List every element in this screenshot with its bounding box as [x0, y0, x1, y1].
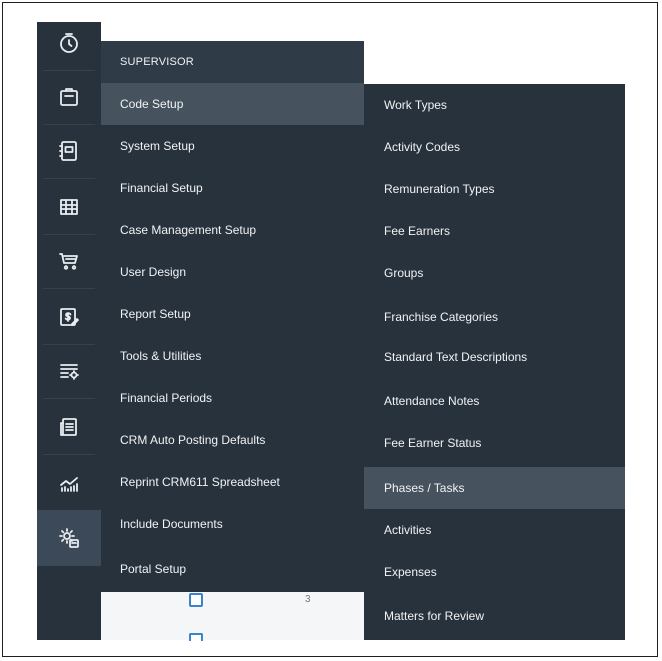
contact-card-icon[interactable] — [37, 124, 101, 178]
menu-item-report-setup[interactable]: Report Setup — [101, 293, 364, 335]
icon-sidebar — [37, 22, 101, 640]
menu-item-reprint-crm611-spreadsheet[interactable]: Reprint CRM611 Spreadsheet — [101, 461, 364, 503]
invoice-icon[interactable] — [37, 290, 101, 344]
code-setup-submenu: Work Types Activity Codes Remuneration T… — [364, 84, 625, 640]
menu-header-supervisor: SUPERVISOR — [120, 56, 194, 68]
briefcase-icon[interactable] — [37, 70, 101, 124]
menu-item-crm-auto-posting-defaults[interactable]: CRM Auto Posting Defaults — [101, 419, 364, 461]
submenu-item-matters-for-review[interactable]: Matters for Review — [364, 595, 625, 637]
submenu-item-activity-codes[interactable]: Activity Codes — [364, 126, 625, 168]
menu-item-tools-utilities[interactable]: Tools & Utilities — [101, 335, 364, 377]
submenu-item-franchise-categories[interactable]: Franchise Categories — [364, 296, 625, 338]
submenu-item-activities[interactable]: Activities — [364, 509, 625, 551]
submenu-item-fee-earner-status[interactable]: Fee Earner Status — [364, 422, 625, 464]
submenu-item-remuneration-types[interactable]: Remuneration Types — [364, 168, 625, 210]
list-count: 3 — [305, 594, 311, 605]
menu-item-code-setup[interactable]: Code Setup — [101, 83, 364, 125]
submenu-item-standard-text-descriptions[interactable]: Standard Text Descriptions — [364, 336, 625, 378]
documents-icon[interactable] — [37, 400, 101, 454]
submenu-item-fee-earners[interactable]: Fee Earners — [364, 210, 625, 252]
list-checkbox[interactable] — [189, 633, 203, 641]
menu-item-financial-periods[interactable]: Financial Periods — [101, 377, 364, 419]
settings-list-icon[interactable] — [37, 344, 101, 398]
menu-item-portal-setup[interactable]: Portal Setup — [101, 548, 364, 590]
submenu-item-phases-tasks[interactable]: Phases / Tasks — [364, 467, 625, 509]
grid-icon[interactable] — [37, 180, 101, 234]
submenu-item-groups[interactable]: Groups — [364, 252, 625, 294]
clock-icon[interactable] — [37, 16, 101, 70]
menu-item-user-design[interactable]: User Design — [101, 251, 364, 293]
list-checkbox[interactable] — [189, 593, 203, 607]
cart-icon[interactable] — [37, 234, 101, 288]
background-list: 3 — [101, 592, 364, 641]
menu-item-financial-setup[interactable]: Financial Setup — [101, 167, 364, 209]
supervisor-menu: SUPERVISOR Code Setup System Setup Finan… — [101, 41, 364, 592]
admin-settings-icon[interactable] — [37, 510, 101, 566]
menu-item-system-setup[interactable]: System Setup — [101, 125, 364, 167]
chart-icon[interactable] — [37, 456, 101, 510]
menu-item-include-documents[interactable]: Include Documents — [101, 503, 364, 545]
submenu-item-expenses[interactable]: Expenses — [364, 551, 625, 593]
submenu-item-attendance-notes[interactable]: Attendance Notes — [364, 380, 625, 422]
submenu-item-work-types[interactable]: Work Types — [364, 84, 625, 126]
menu-item-case-management-setup[interactable]: Case Management Setup — [101, 209, 364, 251]
